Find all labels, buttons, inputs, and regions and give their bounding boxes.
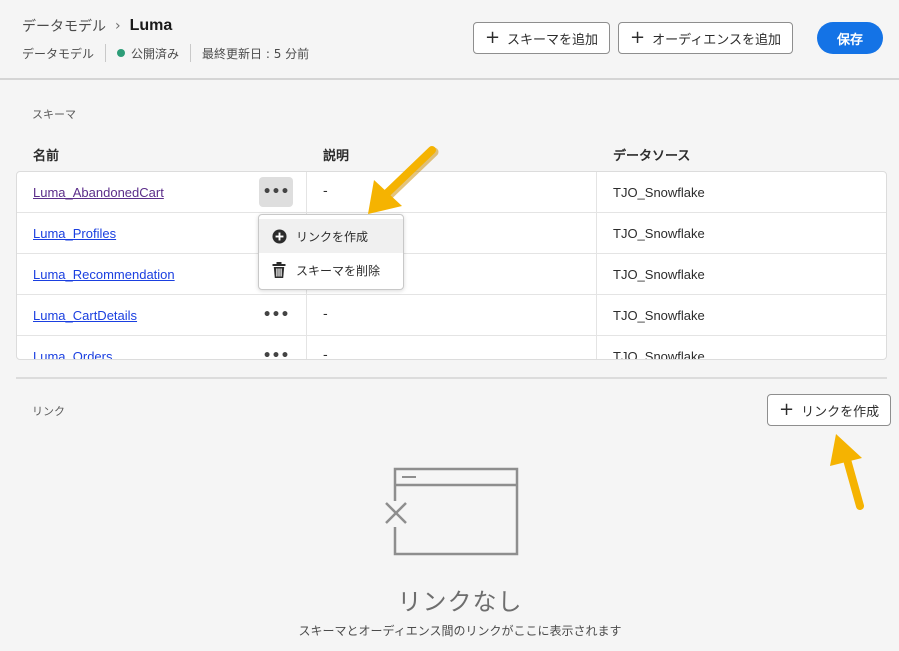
add-audience-label: オーディエンスを追加 — [652, 32, 781, 48]
column-header-name[interactable]: 名前 — [33, 145, 59, 164]
schema-description: - — [323, 307, 328, 322]
header-actions: + スキーマを追加 + オーディエンスを追加 保存 — [472, 22, 883, 54]
annotation-arrow-icon — [830, 434, 864, 510]
more-actions-button[interactable]: ••• — [259, 300, 293, 330]
table-row[interactable]: Luma_Orders ••• - TJO_Snowflake — [17, 336, 886, 360]
menu-item-label: スキーマを削除 — [296, 263, 381, 278]
schema-datasource: TJO_Snowflake — [613, 185, 705, 200]
column-header-description[interactable]: 説明 — [323, 145, 349, 164]
column-divider — [596, 172, 597, 359]
menu-item-label: リンクを作成 — [296, 229, 369, 244]
breadcrumb-parent-link[interactable]: データモデル — [22, 16, 106, 36]
add-circle-icon — [271, 228, 287, 244]
add-schema-label: スキーマを追加 — [507, 32, 599, 48]
page-title: Luma — [129, 17, 173, 34]
schema-name-link[interactable]: Luma_CartDetails — [33, 308, 137, 323]
menu-item-create-link[interactable]: リンクを作成 — [259, 219, 403, 253]
column-header-datasource[interactable]: データソース — [613, 145, 690, 164]
table-row[interactable]: Luma_AbandonedCart ••• - TJO_Snowflake — [17, 172, 886, 213]
breadcrumb-separator: › — [115, 18, 121, 34]
empty-state-title: リンクなし — [397, 588, 523, 616]
schema-datasource: TJO_Snowflake — [613, 226, 705, 241]
schema-description: - — [323, 184, 328, 199]
add-schema-button[interactable]: + スキーマを追加 — [472, 22, 611, 54]
schema-datasource: TJO_Snowflake — [613, 308, 705, 323]
schema-description: - — [323, 348, 328, 360]
table-row[interactable]: Luma_Recommendation - TJO_Snowflake — [17, 254, 886, 295]
create-link-button[interactable]: + リンクを作成 — [767, 394, 892, 426]
trash-icon — [271, 262, 287, 278]
plus-icon: + — [779, 399, 795, 420]
save-button[interactable]: 保存 — [816, 22, 883, 54]
annotation-arrow-icon — [368, 146, 439, 214]
more-actions-button[interactable]: ••• — [259, 177, 293, 207]
schema-name-link[interactable]: Luma_Orders — [33, 349, 112, 359]
empty-window-icon — [382, 467, 519, 556]
save-label: 保存 — [836, 32, 863, 48]
schema-section-label: スキーマ — [32, 108, 76, 121]
schema-name-link[interactable]: Luma_AbandonedCart — [33, 185, 164, 200]
add-audience-button[interactable]: + オーディエンスを追加 — [618, 22, 793, 54]
schema-name-link[interactable]: Luma_Recommendation — [33, 267, 175, 282]
table-row[interactable]: Luma_CartDetails ••• - TJO_Snowflake — [17, 295, 886, 336]
schema-datasource: TJO_Snowflake — [613, 267, 705, 282]
status-dot — [117, 49, 126, 57]
plus-icon: + — [484, 27, 501, 48]
meta-type: データモデル — [22, 46, 95, 61]
section-divider — [16, 377, 887, 379]
links-section-label: リンク — [32, 405, 65, 418]
table-row[interactable]: Luma_Profiles - TJO_Snowflake — [17, 213, 886, 254]
page-header: データモデル › Luma データモデル 公開済み 最終更新日 : 5 分前 +… — [0, 0, 899, 80]
more-actions-button[interactable]: ••• — [259, 341, 293, 359]
schema-name-link[interactable]: Luma_Profiles — [33, 226, 116, 241]
schema-table: Luma_AbandonedCart ••• - TJO_Snowflake L… — [16, 171, 887, 360]
meta-divider — [105, 44, 107, 62]
plus-icon: + — [630, 27, 646, 48]
schema-datasource: TJO_Snowflake — [613, 349, 705, 360]
meta-divider — [190, 44, 192, 62]
context-menu: リンクを作成 スキーマを削除 — [258, 214, 404, 290]
meta-info: データモデル 公開済み 最終更新日 : 5 分前 — [22, 44, 309, 62]
menu-item-delete-schema[interactable]: スキーマを削除 — [259, 253, 403, 287]
last-updated: 最終更新日 : 5 分前 — [202, 46, 310, 61]
status-badge: 公開済み — [131, 46, 180, 61]
create-link-label: リンクを作成 — [801, 404, 880, 420]
breadcrumb: データモデル › Luma — [22, 16, 172, 36]
empty-state-subtitle: スキーマとオーディエンス間のリンクがここに表示されます — [298, 624, 622, 638]
